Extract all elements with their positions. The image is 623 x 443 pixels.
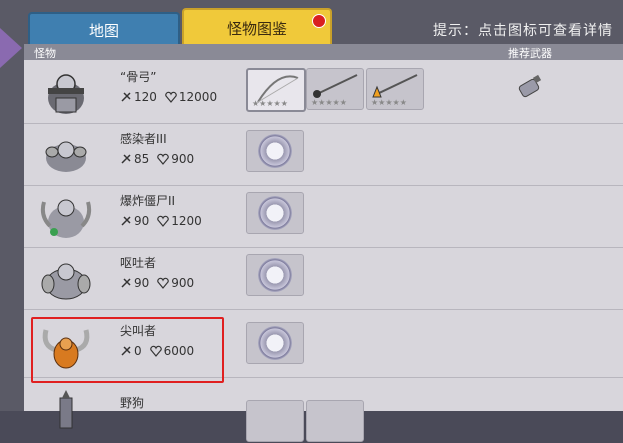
attack-value: 90 [134, 214, 150, 228]
hp-value: 900 [171, 152, 195, 166]
attack-icon [121, 216, 131, 226]
monster-row[interactable]: 感染者III 85 900 [24, 124, 623, 186]
locked-badge-icon [258, 134, 292, 168]
vomiter-icon [41, 263, 91, 300]
monster-name: 感染者III [120, 132, 167, 146]
hint-text: 提示：点击图标可查看详情 [433, 23, 613, 39]
weapon-slot-bow[interactable]: ★★★★★ [246, 68, 306, 112]
monster-row[interactable]: 呕吐者 90 900 [24, 248, 623, 310]
weapon-stars: ★★★★★ [252, 99, 288, 108]
heart-icon [165, 91, 177, 103]
attack-value: 85 [134, 152, 150, 166]
weapon-slot[interactable] [246, 400, 304, 442]
monster-row[interactable]: 野狗 [24, 382, 623, 443]
selection-highlight [31, 317, 224, 383]
monster-stats: 90 1200 [120, 214, 208, 228]
attack-icon [121, 278, 131, 288]
weapon-slot-locked[interactable] [246, 322, 304, 364]
tab-map-label: 地图 [88, 21, 119, 40]
side-expand-arrow[interactable] [0, 28, 22, 68]
monster-name: 野狗 [120, 396, 145, 410]
attack-icon [121, 92, 131, 102]
heart-icon [157, 153, 170, 165]
tab-bestiary[interactable]: 怪物图鉴 [182, 8, 332, 46]
monster-row[interactable]: “骨弓” 120 12000 ★★★★★ ★★★★★ ★★★★★ [24, 62, 623, 124]
attack-value: 90 [134, 276, 150, 290]
monster-stats: 90 900 [120, 276, 200, 290]
attack-value: 120 [134, 90, 157, 104]
weapon-stars: ★★★★★ [371, 98, 407, 107]
monster-name: 爆炸僵尸II [120, 194, 176, 208]
hp-value: 900 [171, 276, 195, 290]
hp-value: 12000 [178, 90, 218, 104]
locked-badge-icon [258, 196, 292, 230]
hp-value: 1200 [171, 214, 202, 228]
monster-name: “骨弓” [120, 70, 157, 84]
infected-zombie-icon [45, 141, 87, 172]
weapon-slot-spear[interactable]: ★★★★★ [306, 68, 364, 110]
notification-dot-icon [312, 14, 326, 28]
monster-name: 呕吐者 [120, 256, 157, 270]
monster-stats: 120 12000 [120, 90, 223, 104]
col-monster-header: 怪物 [34, 47, 56, 60]
exploding-zombie-icon [40, 199, 92, 238]
weapon-slot-flame-spear[interactable]: ★★★★★ [366, 68, 424, 110]
skeleton-archer-icon [48, 74, 84, 114]
attack-icon [121, 154, 131, 164]
locked-badge-icon [258, 326, 292, 360]
weapon-stars: ★★★★★ [311, 98, 347, 107]
tab-map[interactable]: 地图 [28, 12, 180, 46]
col-weapon-header: 推荐武器 [508, 47, 552, 60]
locked-badge-icon [258, 258, 292, 292]
weapon-slot-locked[interactable] [246, 254, 304, 296]
monster-row[interactable]: 爆炸僵尸II 90 1200 [24, 186, 623, 248]
weapon-slot-locked[interactable] [246, 192, 304, 234]
weapon-slot[interactable] [306, 400, 364, 442]
weapon-slot-locked[interactable] [246, 130, 304, 172]
tab-bestiary-label: 怪物图鉴 [226, 19, 287, 38]
heart-icon [157, 277, 170, 289]
wild-dog-icon [59, 390, 73, 429]
game-frame: 地图 怪物图鉴 提示：点击图标可查看详情 怪物 推荐武器 “骨弓” 120 12… [0, 0, 623, 442]
bottle-icon[interactable] [512, 72, 546, 106]
table-header: 怪物 推荐武器 [24, 44, 623, 60]
monster-stats: 85 900 [120, 152, 200, 166]
heart-icon [157, 215, 170, 227]
